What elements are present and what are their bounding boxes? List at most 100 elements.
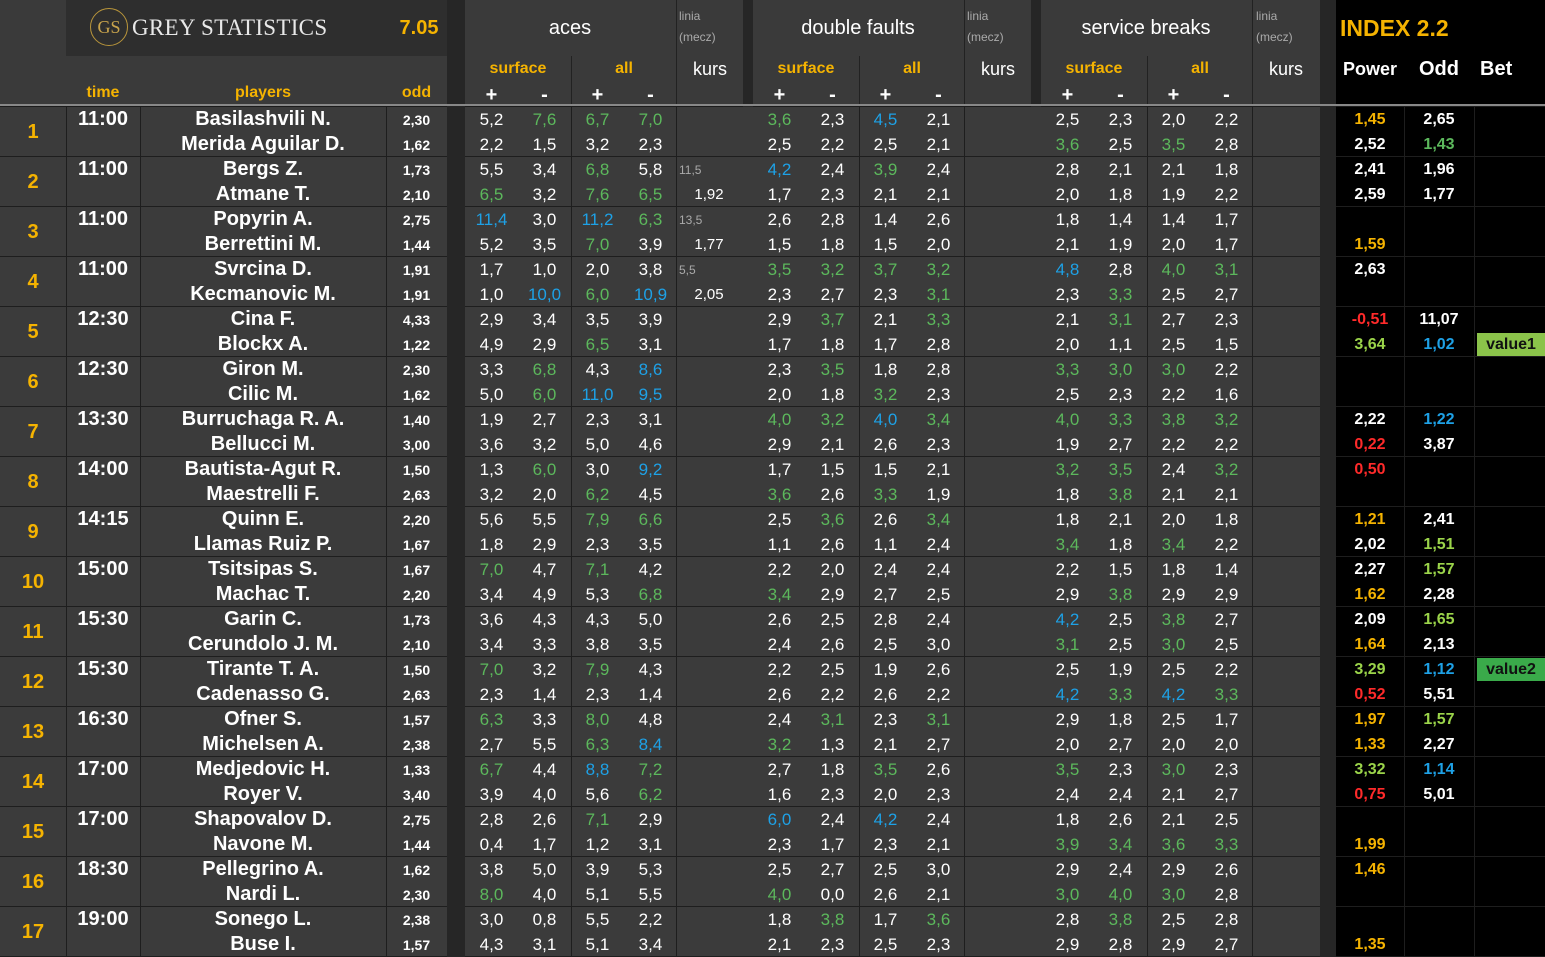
df-stat: 1,7 xyxy=(873,334,898,354)
sb-stat: 2,0 xyxy=(1161,734,1186,754)
df-stat: 2,4 xyxy=(767,634,792,654)
df-stat: 2,6 xyxy=(926,759,951,779)
aces-stat: 5,2 xyxy=(479,234,504,254)
power-value: 1,45 xyxy=(1354,110,1386,128)
sb-stat: 4,2 xyxy=(1161,684,1186,704)
player-name: Berrettini M. xyxy=(204,233,322,255)
sb-stat: 3,3 xyxy=(1214,834,1239,854)
sb-stat: 3,5 xyxy=(1108,459,1133,479)
linia-value: 5,5 xyxy=(679,262,696,277)
df-stat: 2,8 xyxy=(926,334,951,354)
player-odd: 2,30 xyxy=(402,361,431,378)
aces-stat: 7,6 xyxy=(532,109,557,129)
df-stat: 4,2 xyxy=(873,809,898,829)
sb-stat: 2,0 xyxy=(1161,234,1186,254)
sb-stat: 2,9 xyxy=(1055,859,1080,879)
df-stat: 3,3 xyxy=(873,484,898,504)
aces-stat: 4,3 xyxy=(532,609,557,629)
df-surface-header: surface xyxy=(777,60,835,77)
power-value: 2,63 xyxy=(1354,260,1386,278)
df-stat: 2,7 xyxy=(820,284,845,304)
df-stat: 2,6 xyxy=(767,609,792,629)
df-stat: 1,4 xyxy=(873,209,898,229)
sb-stat: 2,7 xyxy=(1161,309,1186,329)
df-stat: 1,8 xyxy=(820,334,845,354)
linia-sb: linia (mecz) xyxy=(1256,9,1293,44)
aces-stat: 1,5 xyxy=(532,134,557,154)
bet-header: Bet xyxy=(1480,57,1513,80)
sb-stat: 2,0 xyxy=(1055,734,1080,754)
sb-stat: 1,9 xyxy=(1055,434,1080,454)
sb-stat: 2,7 xyxy=(1108,734,1133,754)
df-stat: 1,7 xyxy=(873,909,898,929)
service-breaks-header: service breaks xyxy=(1081,16,1211,39)
sb-stat: 2,8 xyxy=(1055,909,1080,929)
match-number: 4 xyxy=(27,270,39,293)
df-stat: 1,5 xyxy=(873,234,898,254)
aces-stat: 7,1 xyxy=(585,559,610,579)
sb-stat: 2,1 xyxy=(1214,484,1239,504)
aces-stat: 1,7 xyxy=(479,259,504,279)
col-divider xyxy=(66,557,67,607)
df-stat: 3,7 xyxy=(820,309,845,329)
brand-title: GREY STATISTICS xyxy=(132,15,328,40)
df-stat: 2,1 xyxy=(926,834,951,854)
power-value: 1,21 xyxy=(1354,510,1386,528)
df-stat: 1,8 xyxy=(820,234,845,254)
power-value xyxy=(1336,482,1404,507)
player-odd: 1,91 xyxy=(402,261,431,278)
match-time: 11:00 xyxy=(77,208,129,230)
sb-stat: 3,0 xyxy=(1161,359,1186,379)
index-divider xyxy=(1474,607,1475,657)
player-name: Kecmanovic M. xyxy=(190,283,336,305)
aces-stat: 5,5 xyxy=(585,909,610,929)
sb-stat: 1,4 xyxy=(1161,209,1186,229)
df-stat: 2,9 xyxy=(820,584,845,604)
df-stat: 3,2 xyxy=(926,259,951,279)
aces-stat: 6,6 xyxy=(638,509,663,529)
bet-value-badge[interactable]: value2 xyxy=(1477,658,1545,681)
match-number: 7 xyxy=(27,420,39,443)
df-plus-header: + xyxy=(773,84,786,106)
df-stat: 1,7 xyxy=(767,334,792,354)
header-bottom-line xyxy=(0,104,1545,106)
sb-stat: 2,9 xyxy=(1161,934,1186,954)
sb-stat: 2,4 xyxy=(1055,784,1080,804)
index-odd-value xyxy=(1404,832,1474,857)
power-value xyxy=(1336,357,1404,382)
sb-stat: 2,3 xyxy=(1214,759,1239,779)
power-value: 1,99 xyxy=(1354,835,1386,853)
sb-stat: 4,0 xyxy=(1055,409,1080,429)
sb-stat: 2,1 xyxy=(1108,159,1133,179)
df-stat: 3,4 xyxy=(767,584,792,604)
bet-value-badge[interactable]: value1 xyxy=(1477,333,1545,356)
index-odd-value: 2,65 xyxy=(1423,110,1455,128)
df-stat: 2,7 xyxy=(926,734,951,754)
df-kurs-header: kurs xyxy=(980,58,1015,79)
df-stat: 2,5 xyxy=(873,134,898,154)
aces-stat: 3,8 xyxy=(585,634,610,654)
sb-stat: 3,4 xyxy=(1108,834,1133,854)
col-divider xyxy=(66,157,67,207)
sb-stat: 3,2 xyxy=(1055,459,1080,479)
aces-stat: 3,4 xyxy=(479,634,504,654)
index-odd-value: 1,12 xyxy=(1423,660,1455,678)
df-stat: 3,5 xyxy=(767,259,792,279)
aces-stat: 8,8 xyxy=(585,759,610,779)
df-stat: 2,3 xyxy=(767,359,792,379)
sb-stat: 3,8 xyxy=(1108,484,1133,504)
sb-stat: 2,2 xyxy=(1214,534,1239,554)
sb-stat: 2,2 xyxy=(1161,434,1186,454)
sb-stat: 2,7 xyxy=(1108,434,1133,454)
sb-stat: 1,8 xyxy=(1214,509,1239,529)
match-time: 11:00 xyxy=(77,258,129,280)
sb-stat: 1,4 xyxy=(1214,559,1239,579)
index-divider xyxy=(1474,357,1475,407)
odd-header: Odd xyxy=(1419,57,1459,80)
index-divider xyxy=(1474,407,1475,457)
aces-stat: 3,2 xyxy=(479,484,504,504)
index-odd-value: 11,07 xyxy=(1419,310,1459,328)
sb-stat: 2,5 xyxy=(1161,709,1186,729)
aces-stat: 0,4 xyxy=(479,834,504,854)
aces-stat: 4,0 xyxy=(532,784,557,804)
